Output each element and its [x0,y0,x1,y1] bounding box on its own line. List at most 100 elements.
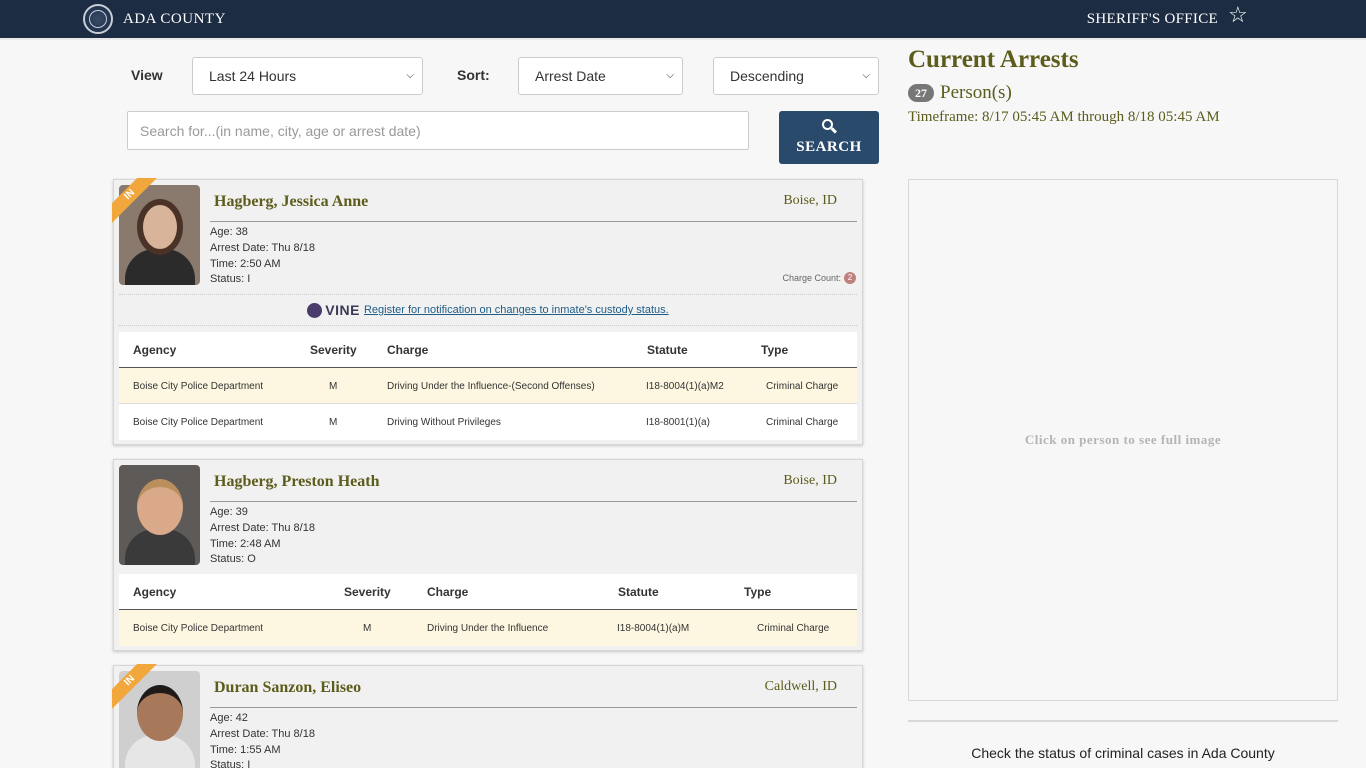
search-button-label: SEARCH [796,139,862,155]
col-type: Type [761,343,789,357]
charge-severity: M [329,416,338,428]
age: Age: 38 [210,226,248,238]
charges-table: Agency Severity Charge Statute Type Bois… [119,574,857,646]
col-severity: Severity [310,343,357,357]
in-custody-ribbon: IN [112,664,160,712]
county-seal-icon [83,4,113,34]
panel-divider [908,720,1338,722]
age: Age: 39 [210,506,248,518]
person-details: Age: 39 Arrest Date: Thu 8/18 Time: 2:48… [210,505,315,568]
view-select[interactable]: Last 24 Hours ⌵ [192,57,423,95]
charges-header: Agency Severity Charge Statute Type [119,574,857,610]
arrest-card[interactable]: IN Hagberg, Jessica Anne Boise, ID Age: … [112,178,863,445]
col-severity: Severity [344,585,391,599]
custody-status: Status: I [210,759,251,768]
timeframe: Timeframe: 8/17 05:45 AM through 8/18 05… [908,109,1220,125]
sheriff-star-logo: ☆ [1228,4,1284,34]
charge-type: Criminal Charge [766,380,839,392]
charge-row: Boise City Police Department M Driving U… [119,368,857,404]
search-input[interactable]: Search for...(in name, city, age or arre… [127,111,749,150]
sort-select-value: Arrest Date [535,68,606,84]
charge-type: Criminal Charge [766,416,839,428]
charge-severity: M [363,622,372,634]
mugshot-photo[interactable] [119,465,200,565]
arrest-time: Time: 2:50 AM [210,257,281,270]
charge-count-badge: 2 [844,272,856,284]
chevron-down-icon: ⌵ [862,70,870,81]
col-charge: Charge [427,585,469,599]
charges-header: Agency Severity Charge Statute Type [119,332,857,368]
arrest-date: Arrest Date: Thu 8/18 [210,521,315,534]
col-statute: Statute [618,585,659,599]
order-select-value: Descending [730,68,804,84]
age: Age: 42 [210,712,248,724]
top-header: ADA COUNTY SHERIFF'S OFFICE ☆ [0,0,1366,40]
person-details: Age: 42 Arrest Date: Thu 8/18 Time: 1:55… [210,711,315,768]
search-icon [821,117,838,137]
sheriff-brand[interactable]: SHERIFF'S OFFICE ☆ [1087,3,1284,35]
name-divider [210,501,857,502]
image-hint: Click on person to see full image [1024,432,1222,447]
person-count-label: Person(s) [940,82,1012,103]
star-icon: ☆ [1228,2,1248,27]
charge-row: Boise City Police Department M Driving W… [119,404,857,440]
in-custody-ribbon: IN [112,178,160,226]
arrest-card[interactable]: IN Duran Sanzon, Eliseo Caldwell, ID Age… [112,664,863,768]
charge-severity: M [329,380,338,392]
charge-description: Driving Without Privileges [387,416,501,428]
charge-count-label: Charge Count: [782,273,841,283]
arrest-time: Time: 1:55 AM [210,743,281,756]
view-label: View [131,67,163,83]
person-details: Age: 38 Arrest Date: Thu 8/18 Time: 2:50… [210,225,315,288]
vine-icon [307,302,323,318]
chevron-down-icon: ⌵ [666,70,674,81]
charge-agency: Boise City Police Department [133,380,264,392]
person-count: 27 Person(s) [908,82,1012,104]
charge-statute: I18-8004(1)(a)M2 [646,380,724,392]
col-charge: Charge [387,343,429,357]
vine-register-link[interactable]: Register for notification on changes to … [364,304,669,316]
name-divider [210,221,857,222]
sheriff-office-label: SHERIFF'S OFFICE [1086,10,1218,27]
view-select-value: Last 24 Hours [209,68,297,84]
name-divider [210,707,857,708]
arrest-date: Arrest Date: Thu 8/18 [210,727,315,740]
col-type: Type [744,585,772,599]
vine-logo-text: VINE [325,302,360,318]
order-select[interactable]: Descending ⌵ [713,57,879,95]
person-city: Caldwell, ID [764,679,837,694]
sort-label: Sort: [457,67,490,83]
charge-agency: Boise City Police Department [133,622,264,634]
vine-notification-row: VINE Register for notification on change… [119,294,857,326]
custody-status: Status: I [210,273,251,286]
person-name[interactable]: Duran Sanzon, Eliseo [214,679,361,697]
col-agency: Agency [133,343,177,357]
full-image-panel: Click on person to see full image [908,179,1338,701]
charge-statute: I18-8001(1)(a) [646,416,710,428]
charge-agency: Boise City Police Department [133,416,264,428]
search-placeholder: Search for...(in name, city, age or arre… [140,122,421,139]
charge-row: Boise City Police Department M Driving U… [119,610,857,646]
charges-table: Agency Severity Charge Statute Type Bois… [119,332,857,440]
arrest-card[interactable]: Hagberg, Preston Heath Boise, ID Age: 39… [113,459,863,651]
charge-count: Charge Count: 2 [782,272,856,284]
page-title: Current Arrests [908,46,1079,73]
col-agency: Agency [133,585,177,599]
arrest-time: Time: 2:48 AM [210,537,281,550]
county-name: ADA COUNTY [123,10,226,27]
county-brand[interactable]: ADA COUNTY [83,3,226,35]
col-statute: Statute [647,343,688,357]
custody-status: Status: O [210,553,256,566]
charge-description: Driving Under the Influence-(Second Offe… [387,380,595,392]
person-count-badge: 27 [908,84,934,102]
person-city: Boise, ID [783,193,837,208]
person-city: Boise, ID [783,473,837,488]
search-button[interactable]: SEARCH [779,111,879,164]
vine-logo: VINE [307,302,360,318]
sort-select[interactable]: Arrest Date ⌵ [518,57,683,95]
person-name[interactable]: Hagberg, Jessica Anne [214,193,368,211]
person-name[interactable]: Hagberg, Preston Heath [214,473,379,491]
charge-description: Driving Under the Influence [427,622,549,634]
check-case-status-link[interactable]: Check the status of criminal cases in Ad… [908,745,1338,761]
arrest-date: Arrest Date: Thu 8/18 [210,241,315,254]
